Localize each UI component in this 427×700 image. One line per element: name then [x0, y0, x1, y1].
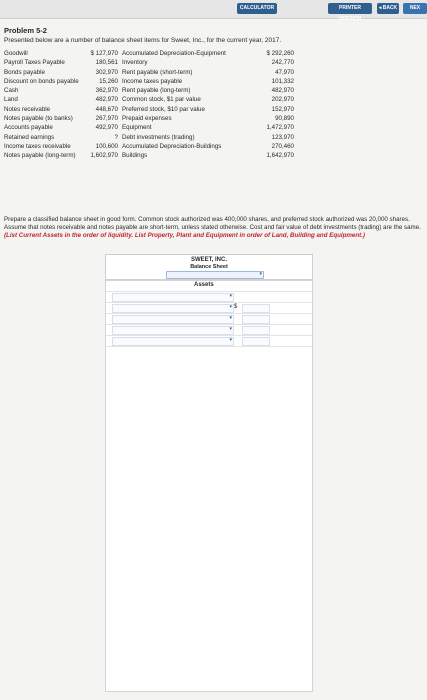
chevron-down-icon: ▾ — [229, 326, 232, 332]
instructions: Prepare a classified balance sheet in go… — [4, 216, 424, 240]
item-name: Land — [4, 96, 18, 104]
item-value: 202,970 — [271, 96, 294, 104]
item-row: Goodwill $ 127,970 Accumulated Depreciat… — [4, 49, 324, 58]
item-name: Common stock, $1 par value — [122, 96, 201, 104]
chevron-down-icon: ▾ — [229, 293, 232, 299]
item-name: Accumulated Depreciation-Buildings — [122, 142, 222, 150]
item-row: Income taxes receivable 100,600 Accumula… — [4, 142, 324, 151]
item-name: Accumulated Depreciation-Equipment — [122, 50, 226, 57]
statement-name: Balance Sheet — [190, 264, 228, 270]
amount-input[interactable] — [242, 304, 270, 313]
item-name: Accounts payable — [4, 124, 53, 132]
item-name: Preferred stock, $10 par value — [122, 105, 205, 113]
item-name: Rent payable (long-term) — [122, 87, 191, 95]
instructions-text: Prepare a classified balance sheet in go… — [4, 216, 421, 231]
chevron-down-icon: ▾ — [229, 315, 232, 321]
balance-sheet-items: Goodwill $ 127,970 Accumulated Depreciat… — [4, 49, 324, 161]
item-value: 492,970 — [95, 124, 118, 132]
item-name: Debt investments (trading) — [122, 133, 195, 141]
chevron-down-icon: ▾ — [259, 271, 262, 277]
item-value: 270,460 — [271, 142, 294, 150]
form-row: ▾ — [106, 292, 312, 303]
item-value: 1,642,970 — [266, 152, 294, 160]
item-name: Prepaid expenses — [122, 115, 172, 123]
account-select[interactable]: ▾ — [112, 304, 234, 313]
item-name: Bonds payable — [4, 68, 45, 76]
printer-version-button[interactable]: PRINTER VERSION — [328, 3, 372, 22]
chevron-down-icon: ▾ — [229, 304, 232, 310]
currency-symbol: $ — [234, 304, 238, 310]
item-row: Payroll Taxes Payable 180,561 Inventory … — [4, 58, 324, 67]
item-value: $ 127,970 — [90, 50, 118, 57]
item-name: Notes payable (long-term) — [4, 152, 76, 160]
item-value: $ 292,260 — [266, 50, 294, 57]
balance-sheet-form: Assets ▾ ▾ $ ▾ ▾ ▾ — [105, 280, 313, 692]
amount-input[interactable] — [242, 326, 270, 335]
item-row: Land 482,970 Common stock, $1 par value … — [4, 95, 324, 104]
balance-sheet-heading: SWEET, INC. Balance Sheet ▾ — [105, 254, 313, 280]
item-name: Retained earnings — [4, 133, 55, 141]
form-row: ▾ — [106, 314, 312, 325]
form-row: ▾ $ — [106, 303, 312, 314]
item-row: Notes payable (to banks) 267,970 Prepaid… — [4, 114, 324, 123]
item-value: 482,970 — [271, 87, 294, 95]
assets-header: Assets — [194, 282, 214, 288]
item-name: Goodwill — [4, 50, 28, 57]
item-name: Equipment — [122, 124, 152, 132]
amount-input[interactable] — [242, 315, 270, 324]
item-row: Notes receivable 448,670 Preferred stock… — [4, 105, 324, 114]
item-row: Retained earnings ? Debt investments (tr… — [4, 133, 324, 142]
item-value: 1,602,970 — [90, 152, 118, 160]
item-name: Notes payable (to banks) — [4, 115, 73, 123]
item-value: 15,260 — [99, 77, 118, 85]
item-value: 242,770 — [271, 59, 294, 67]
item-name: Discount on bonds payable — [4, 77, 79, 85]
chevron-down-icon: ▾ — [229, 337, 232, 343]
item-value: 123,970 — [271, 133, 294, 141]
form-row: ▾ — [106, 325, 312, 336]
next-button[interactable]: NEX — [403, 3, 427, 14]
account-select[interactable]: ▾ — [112, 315, 234, 324]
item-value: 1,472,970 — [266, 124, 294, 132]
item-value: 100,600 — [95, 142, 118, 150]
item-value: 302,970 — [95, 68, 118, 76]
date-dropdown[interactable]: ▾ — [166, 271, 264, 279]
item-value: 101,332 — [271, 77, 294, 85]
item-row: Accounts payable 492,970 Equipment 1,472… — [4, 123, 324, 132]
item-row: Discount on bonds payable 15,260 Income … — [4, 77, 324, 86]
company-name: SWEET, INC. — [190, 257, 227, 263]
instructions-emphasis: (List Current Assets in the order of liq… — [4, 232, 365, 239]
toolbar: CALCULATOR PRINTER VERSION ◂ BACK NEX — [0, 0, 427, 22]
account-select[interactable]: ▾ — [112, 293, 234, 302]
item-row: Cash 362,970 Rent payable (long-term) 48… — [4, 86, 324, 95]
item-value: 47,970 — [275, 68, 294, 76]
back-button[interactable]: ◂ BACK — [377, 3, 399, 14]
item-name: Buildings — [122, 152, 148, 160]
amount-input[interactable] — [242, 337, 270, 346]
item-value: 482,970 — [95, 96, 118, 104]
account-select[interactable]: ▾ — [112, 337, 234, 346]
form-row: ▾ — [106, 336, 312, 347]
item-value: 152,970 — [271, 105, 294, 113]
item-value: ? — [114, 133, 118, 141]
item-name: Rent payable (short-term) — [122, 68, 193, 76]
problem-intro: Presented below are a number of balance … — [4, 37, 282, 44]
item-value: 90,890 — [275, 115, 294, 123]
problem-title: Problem 5-2 — [4, 26, 47, 35]
item-name: Notes receivable — [4, 105, 51, 113]
item-value: 362,970 — [95, 87, 118, 95]
item-name: Cash — [4, 87, 19, 95]
calculator-button[interactable]: CALCULATOR — [237, 3, 277, 14]
item-name: Income taxes payable — [122, 77, 183, 85]
item-value: 267,970 — [95, 115, 118, 123]
item-row: Notes payable (long-term) 1,602,970 Buil… — [4, 151, 324, 160]
item-name: Inventory — [122, 59, 148, 67]
item-value: 180,561 — [95, 59, 118, 67]
assets-header-row: Assets — [106, 281, 312, 292]
account-select[interactable]: ▾ — [112, 326, 234, 335]
item-name: Income taxes receivable — [4, 142, 71, 150]
item-value: 448,670 — [95, 105, 118, 113]
item-row: Bonds payable 302,970 Rent payable (shor… — [4, 68, 324, 77]
item-name: Payroll Taxes Payable — [4, 59, 65, 67]
